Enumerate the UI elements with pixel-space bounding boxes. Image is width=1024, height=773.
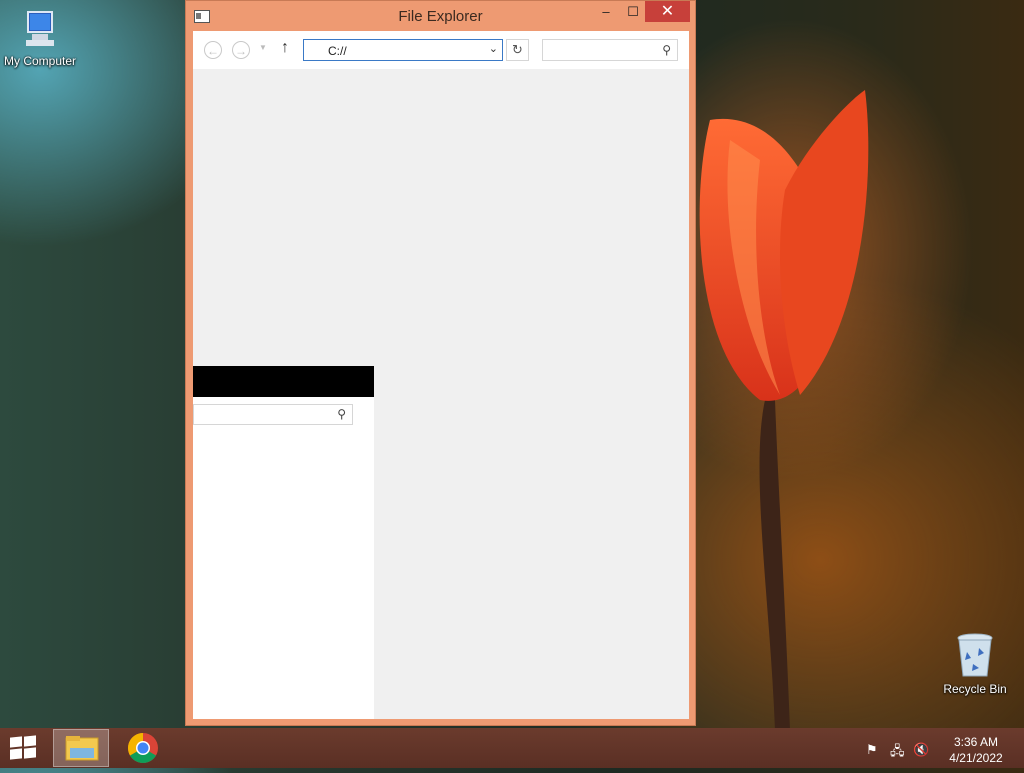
title-bar[interactable]: File Explorer – ☐ ✕ [186,1,695,31]
desktop-icon-label: Recycle Bin [943,682,1007,696]
forward-button[interactable]: → [232,41,250,59]
clock[interactable]: 3:36 AM 4/21/2022 [944,734,1008,766]
maximize-button[interactable]: ☐ [618,1,648,22]
window-content: ← → ▼ ↑ C:// ⌄ ↻ ⚲ ⚲ [193,31,689,719]
recycle-bin-icon [957,633,993,677]
taskbar-file-explorer[interactable] [53,729,109,767]
pane-header-bar [193,366,374,397]
action-center-flag-icon[interactable]: ⚑ [866,742,878,758]
volume-muted-icon[interactable]: 🔇 [913,742,929,758]
file-explorer-window: File Explorer – ☐ ✕ ← → ▼ ↑ C:// ⌄ ↻ ⚲ ⚲ [185,0,696,726]
windows-logo-icon [10,736,22,748]
search-icon: ⚲ [662,43,671,57]
chrome-icon [127,733,158,764]
chevron-down-icon[interactable]: ⌄ [489,42,498,55]
address-bar[interactable]: C:// ⌄ [303,39,503,61]
desktop-icon-recycle-bin[interactable]: Recycle Bin [935,632,1015,696]
desktop-icon-my-computer[interactable]: My Computer [0,8,80,68]
clock-time: 3:36 AM [953,735,999,749]
wallpaper-tulip [699,90,869,730]
refresh-button[interactable]: ↻ [506,39,529,61]
taskbar-chrome[interactable] [122,730,164,766]
start-button[interactable] [10,735,38,761]
navigation-pane: ⚲ [193,366,374,719]
network-icon[interactable]: 🖧 [890,742,905,764]
file-explorer-icon [65,736,99,761]
back-button[interactable]: ← [204,41,222,59]
search-input[interactable]: ⚲ [542,39,678,61]
pane-search-input[interactable]: ⚲ [193,404,353,425]
recent-locations-dropdown[interactable]: ▼ [259,43,267,52]
address-text: C:// [328,44,347,58]
clock-date: 4/21/2022 [949,751,1003,765]
desktop-icon-label: My Computer [3,54,77,68]
close-button[interactable]: ✕ [645,1,690,22]
navigation-bar: ← → ▼ ↑ C:// ⌄ ↻ ⚲ [193,31,689,69]
minimize-button[interactable]: – [591,1,621,22]
up-button[interactable]: ↑ [281,39,289,57]
search-icon: ⚲ [337,407,346,421]
computer-icon [26,11,54,46]
taskbar: ⚑ 🖧 🔇 3:36 AM 4/21/2022 [0,728,1024,768]
